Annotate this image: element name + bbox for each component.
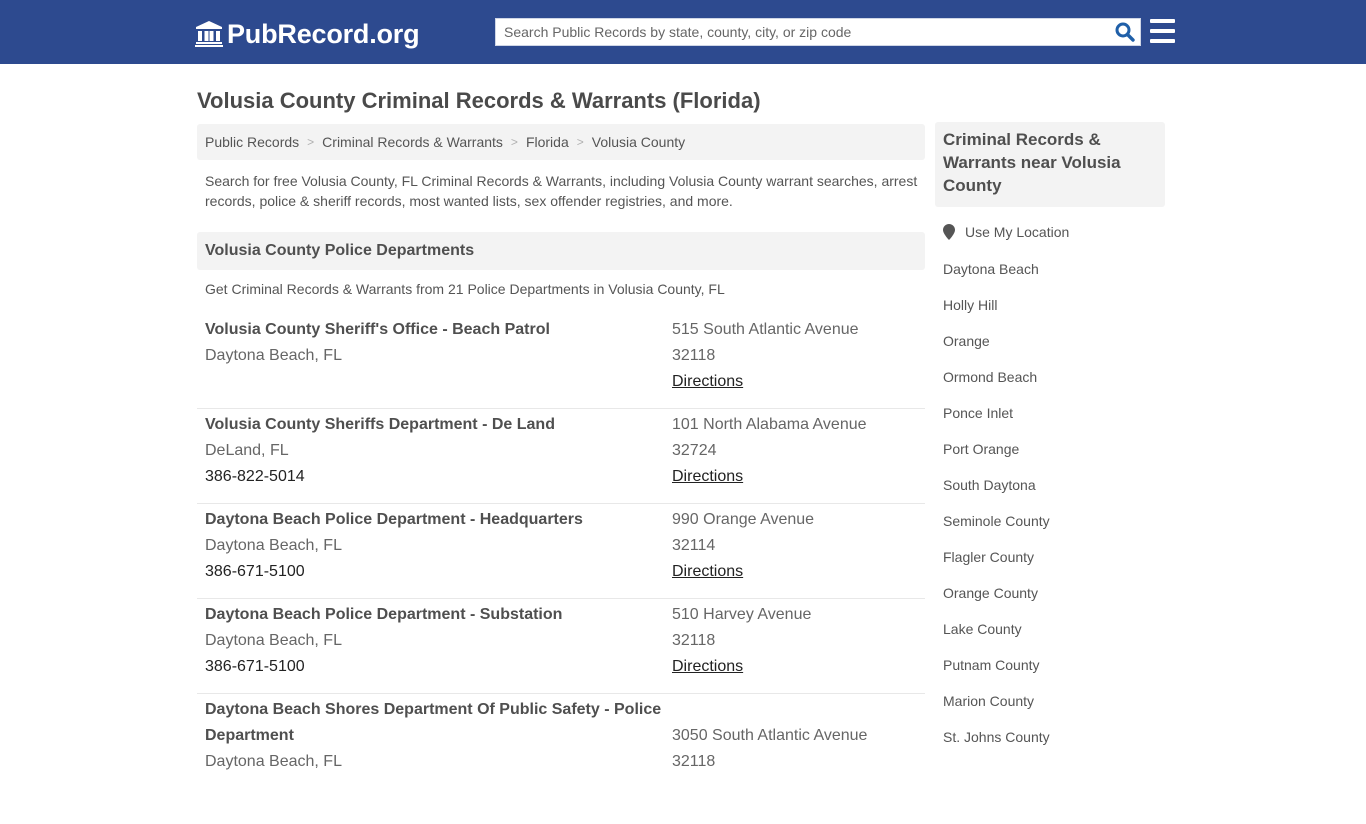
department-name: Volusia County Sheriffs Department - De … [205, 416, 555, 433]
breadcrumb-separator: > [510, 135, 518, 149]
department-city: Daytona Beach, FL [205, 537, 342, 554]
department-address: 510 Harvey Avenue [672, 606, 812, 623]
directions-link[interactable]: Directions [672, 563, 743, 580]
search-button[interactable] [1110, 19, 1140, 45]
nearby-link-item: Orange [943, 332, 1050, 368]
department-item: Daytona Beach Police Department - Headqu… [197, 504, 925, 599]
department-list: Volusia County Sheriff's Office - Beach … [197, 314, 925, 824]
nearby-link-item: Daytona Beach [943, 260, 1050, 296]
hamburger-menu-button[interactable] [1150, 19, 1175, 43]
police-departments-heading: Volusia County Police Departments [197, 232, 925, 270]
nearby-link[interactable]: Daytona Beach [943, 261, 1039, 277]
nearby-link-item: Ponce Inlet [943, 404, 1050, 440]
nearby-link-item: Port Orange [943, 440, 1050, 476]
breadcrumb-public-records[interactable]: Public Records [205, 134, 299, 150]
directions-link[interactable]: Directions [672, 468, 743, 485]
search-input[interactable] [496, 19, 1110, 45]
department-phone[interactable]: 386-671-5100 [205, 654, 665, 680]
department-address: 3050 South Atlantic Avenue [672, 727, 868, 744]
search-bar [495, 18, 1141, 46]
department-address: 990 Orange Avenue [672, 511, 815, 528]
breadcrumb-separator: > [576, 135, 584, 149]
nearby-link[interactable]: Lake County [943, 621, 1022, 637]
nearby-link[interactable]: Port Orange [943, 441, 1019, 457]
use-my-location-button[interactable]: Use My Location [943, 224, 1069, 240]
department-phone[interactable]: 386-671-5100 [205, 559, 665, 585]
department-item: Daytona Beach Shores Department Of Publi… [197, 694, 925, 824]
department-item: Daytona Beach Police Department - Substa… [197, 599, 925, 694]
nearby-link-item: St. Johns County [943, 728, 1050, 764]
nearby-link-item: South Daytona [943, 476, 1050, 512]
nearby-link[interactable]: Flagler County [943, 549, 1034, 565]
search-icon [1115, 22, 1135, 42]
nearby-links-list: Daytona Beach Holly Hill Orange Ormond B… [943, 260, 1050, 764]
department-item: Volusia County Sheriffs Department - De … [197, 409, 925, 504]
menu-bar-icon [1150, 29, 1175, 33]
breadcrumb-volusia-county[interactable]: Volusia County [592, 134, 685, 150]
nearby-link-item: Seminole County [943, 512, 1050, 548]
department-name: Daytona Beach Shores Department Of Publi… [205, 701, 662, 744]
nearby-link-item: Putnam County [943, 656, 1050, 692]
nearby-link[interactable]: Ormond Beach [943, 369, 1037, 385]
nearby-link[interactable]: Orange County [943, 585, 1038, 601]
department-zip: 32118 [672, 753, 716, 770]
site-header: PubRecord.org [0, 0, 1366, 64]
page-title: Volusia County Criminal Records & Warran… [197, 88, 761, 113]
nearby-link[interactable]: Marion County [943, 693, 1034, 709]
department-zip: 32114 [672, 537, 716, 554]
department-city: DeLand, FL [205, 442, 289, 459]
department-item: Volusia County Sheriff's Office - Beach … [197, 314, 925, 409]
nearby-link[interactable]: Ponce Inlet [943, 405, 1013, 421]
breadcrumb: Public Records > Criminal Records & Warr… [197, 124, 925, 160]
menu-bar-icon [1150, 39, 1175, 43]
department-city: Daytona Beach, FL [205, 347, 342, 364]
breadcrumb-criminal-records[interactable]: Criminal Records & Warrants [322, 134, 503, 150]
department-city: Daytona Beach, FL [205, 753, 342, 770]
nearby-link[interactable]: Seminole County [943, 513, 1050, 529]
directions-link[interactable]: Directions [672, 658, 743, 675]
police-departments-subtitle: Get Criminal Records & Warrants from 21 … [205, 281, 725, 297]
nearby-link-item: Holly Hill [943, 296, 1050, 332]
intro-text: Search for free Volusia County, FL Crimi… [205, 173, 918, 209]
use-my-location-label: Use My Location [965, 224, 1070, 240]
department-address: 515 South Atlantic Avenue [672, 321, 859, 338]
sidebar-heading: Criminal Records & Warrants near Volusia… [935, 122, 1165, 207]
nearby-link-item: Lake County [943, 620, 1050, 656]
breadcrumb-florida[interactable]: Florida [526, 134, 569, 150]
department-name: Daytona Beach Police Department - Substa… [205, 606, 563, 623]
nearby-link[interactable]: Holly Hill [943, 297, 997, 313]
nearby-link-item: Marion County [943, 692, 1050, 728]
breadcrumb-separator: > [307, 135, 315, 149]
site-logo[interactable]: PubRecord.org [195, 18, 420, 50]
nearby-link[interactable]: Putnam County [943, 657, 1040, 673]
nearby-link[interactable]: South Daytona [943, 477, 1036, 493]
courthouse-icon [195, 21, 223, 47]
department-zip: 32118 [672, 347, 716, 364]
nearby-link[interactable]: St. Johns County [943, 729, 1050, 745]
nearby-link-item: Ormond Beach [943, 368, 1050, 404]
department-phone[interactable]: 386-822-5014 [205, 464, 665, 490]
nearby-link-item: Flagler County [943, 548, 1050, 584]
department-name: Daytona Beach Police Department - Headqu… [205, 511, 583, 528]
map-marker-icon [943, 224, 955, 240]
department-zip: 32118 [672, 632, 716, 649]
department-zip: 32724 [672, 442, 717, 459]
nearby-link[interactable]: Orange [943, 333, 990, 349]
department-city: Daytona Beach, FL [205, 632, 342, 649]
department-address: 101 North Alabama Avenue [672, 416, 867, 433]
directions-link[interactable]: Directions [672, 373, 743, 390]
logo-text: PubRecord.org [227, 18, 420, 49]
department-name: Volusia County Sheriff's Office - Beach … [205, 321, 550, 338]
nearby-link-item: Orange County [943, 584, 1050, 620]
menu-bar-icon [1150, 19, 1175, 23]
